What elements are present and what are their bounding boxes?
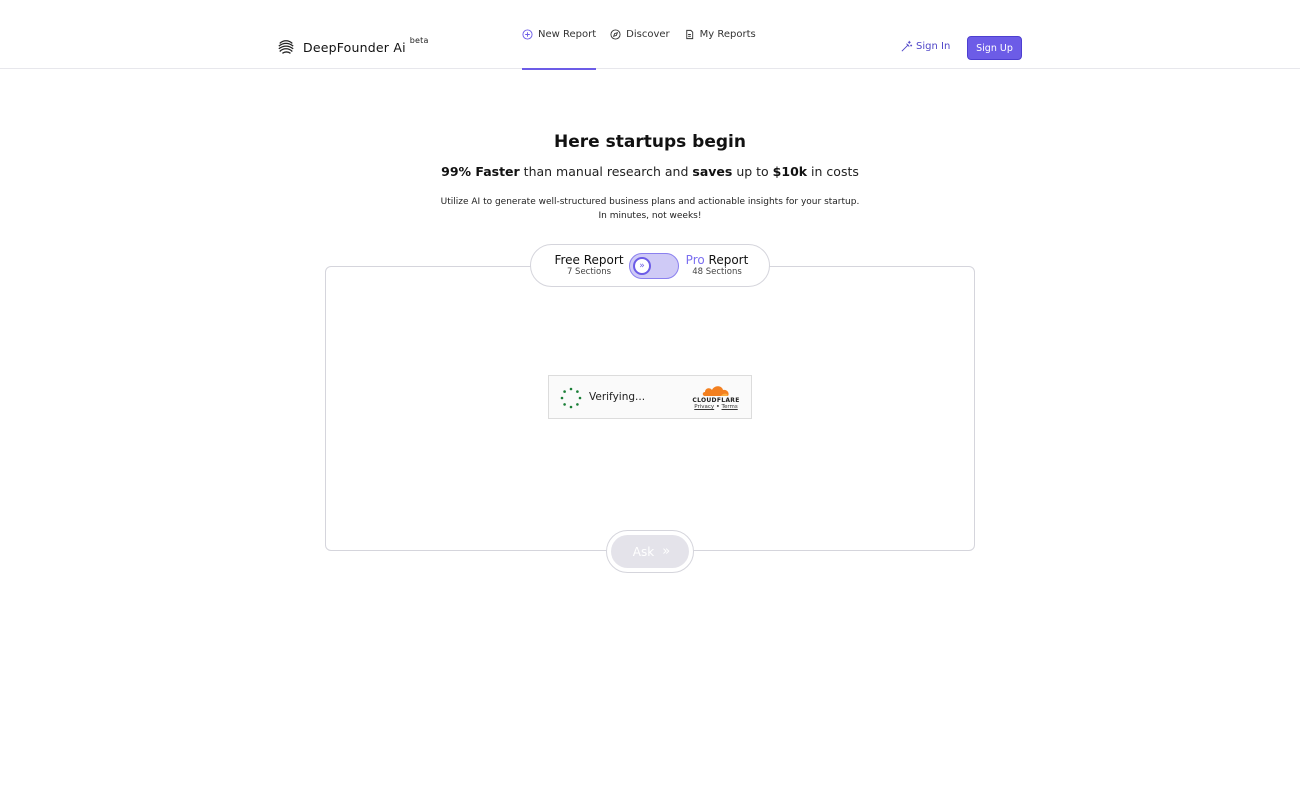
pro-word: Pro — [685, 253, 705, 267]
ask-button-label: Ask — [632, 544, 655, 559]
nav-my-reports[interactable]: My Reports — [684, 0, 756, 69]
report-type-switch[interactable]: » — [629, 253, 679, 279]
free-report-sections: 7 Sections — [566, 267, 612, 277]
pro-report-option[interactable]: Pro Report 48 Sections — [684, 253, 750, 277]
hero-sub-text-1: than manual research and — [519, 164, 693, 179]
magic-wand-icon — [901, 40, 913, 52]
hero-sub-bold-3: $10k — [772, 164, 808, 179]
compass-icon — [610, 29, 621, 40]
brand-logo[interactable]: DeepFounder Ai beta — [277, 36, 429, 56]
sign-up-button[interactable]: Sign Up — [967, 36, 1022, 60]
double-chevron-right-icon: » — [639, 260, 645, 271]
beta-badge: beta — [409, 35, 429, 45]
free-report-title: Free Report — [554, 253, 624, 267]
brand-name-text: DeepFounder Ai — [303, 39, 406, 55]
brand-name: DeepFounder Ai beta — [303, 36, 429, 55]
cloudflare-verification-widget[interactable]: Verifying... CLOUDFLARE Privacy • Terms — [548, 375, 752, 419]
sign-in-link[interactable]: Sign In — [900, 40, 950, 53]
privacy-link[interactable]: Privacy — [694, 404, 714, 410]
nav-discover-label: Discover — [626, 29, 670, 40]
hero-sub-text-2: up to — [732, 164, 773, 179]
nav-new-report[interactable]: New Report — [522, 0, 597, 70]
ask-button[interactable]: Ask » — [611, 535, 689, 568]
ask-button-ring: Ask » — [606, 530, 694, 573]
double-chevron-right-icon: » — [662, 544, 670, 559]
links-separator: • — [714, 404, 722, 410]
report-type-toggle: Free Report 7 Sections » Pro Report 48 S… — [530, 244, 770, 287]
cloud-icon — [702, 386, 729, 396]
verifying-status: Verifying... — [589, 391, 646, 403]
sign-in-label: Sign In — [916, 41, 951, 52]
nav-discover[interactable]: Discover — [610, 0, 670, 69]
loading-spinner-icon — [560, 387, 582, 409]
nav-new-report-label: New Report — [538, 29, 597, 40]
cloudflare-links: Privacy • Terms — [690, 404, 742, 411]
hero-description: Utilize AI to generate well-structured b… — [0, 195, 1300, 223]
main-nav: New Report Discover My Reports — [522, 0, 770, 70]
hero-desc-line-1: Utilize AI to generate well-structured b… — [440, 197, 860, 207]
hero-sub-bold-1: 99% Faster — [441, 164, 520, 179]
terms-link[interactable]: Terms — [722, 404, 738, 410]
nav-my-reports-label: My Reports — [699, 29, 756, 40]
hero-subtitle: 99% Faster than manual research and save… — [0, 164, 1300, 179]
logo-icon — [278, 40, 294, 54]
pro-report-sections: 48 Sections — [692, 267, 742, 277]
switch-knob: » — [633, 257, 651, 275]
plus-circle-icon — [522, 29, 533, 40]
pro-report-title: Pro Report — [684, 253, 750, 267]
hero-title: Here startups begin — [554, 132, 746, 152]
pro-report-title-rest: Report — [704, 253, 749, 267]
hero-sub-bold-2: saves — [692, 164, 733, 179]
hero-desc-line-2: In minutes, not weeks! — [598, 211, 702, 221]
hero-sub-text-3: in costs — [807, 164, 859, 179]
free-report-option[interactable]: Free Report 7 Sections — [553, 253, 625, 277]
cloudflare-logo: CLOUDFLARE Privacy • Terms — [690, 383, 742, 415]
top-header: DeepFounder Ai beta New Report Discover M… — [0, 0, 1300, 70]
cloudflare-brand-text: CLOUDFLARE — [692, 397, 740, 404]
document-icon — [685, 29, 693, 40]
